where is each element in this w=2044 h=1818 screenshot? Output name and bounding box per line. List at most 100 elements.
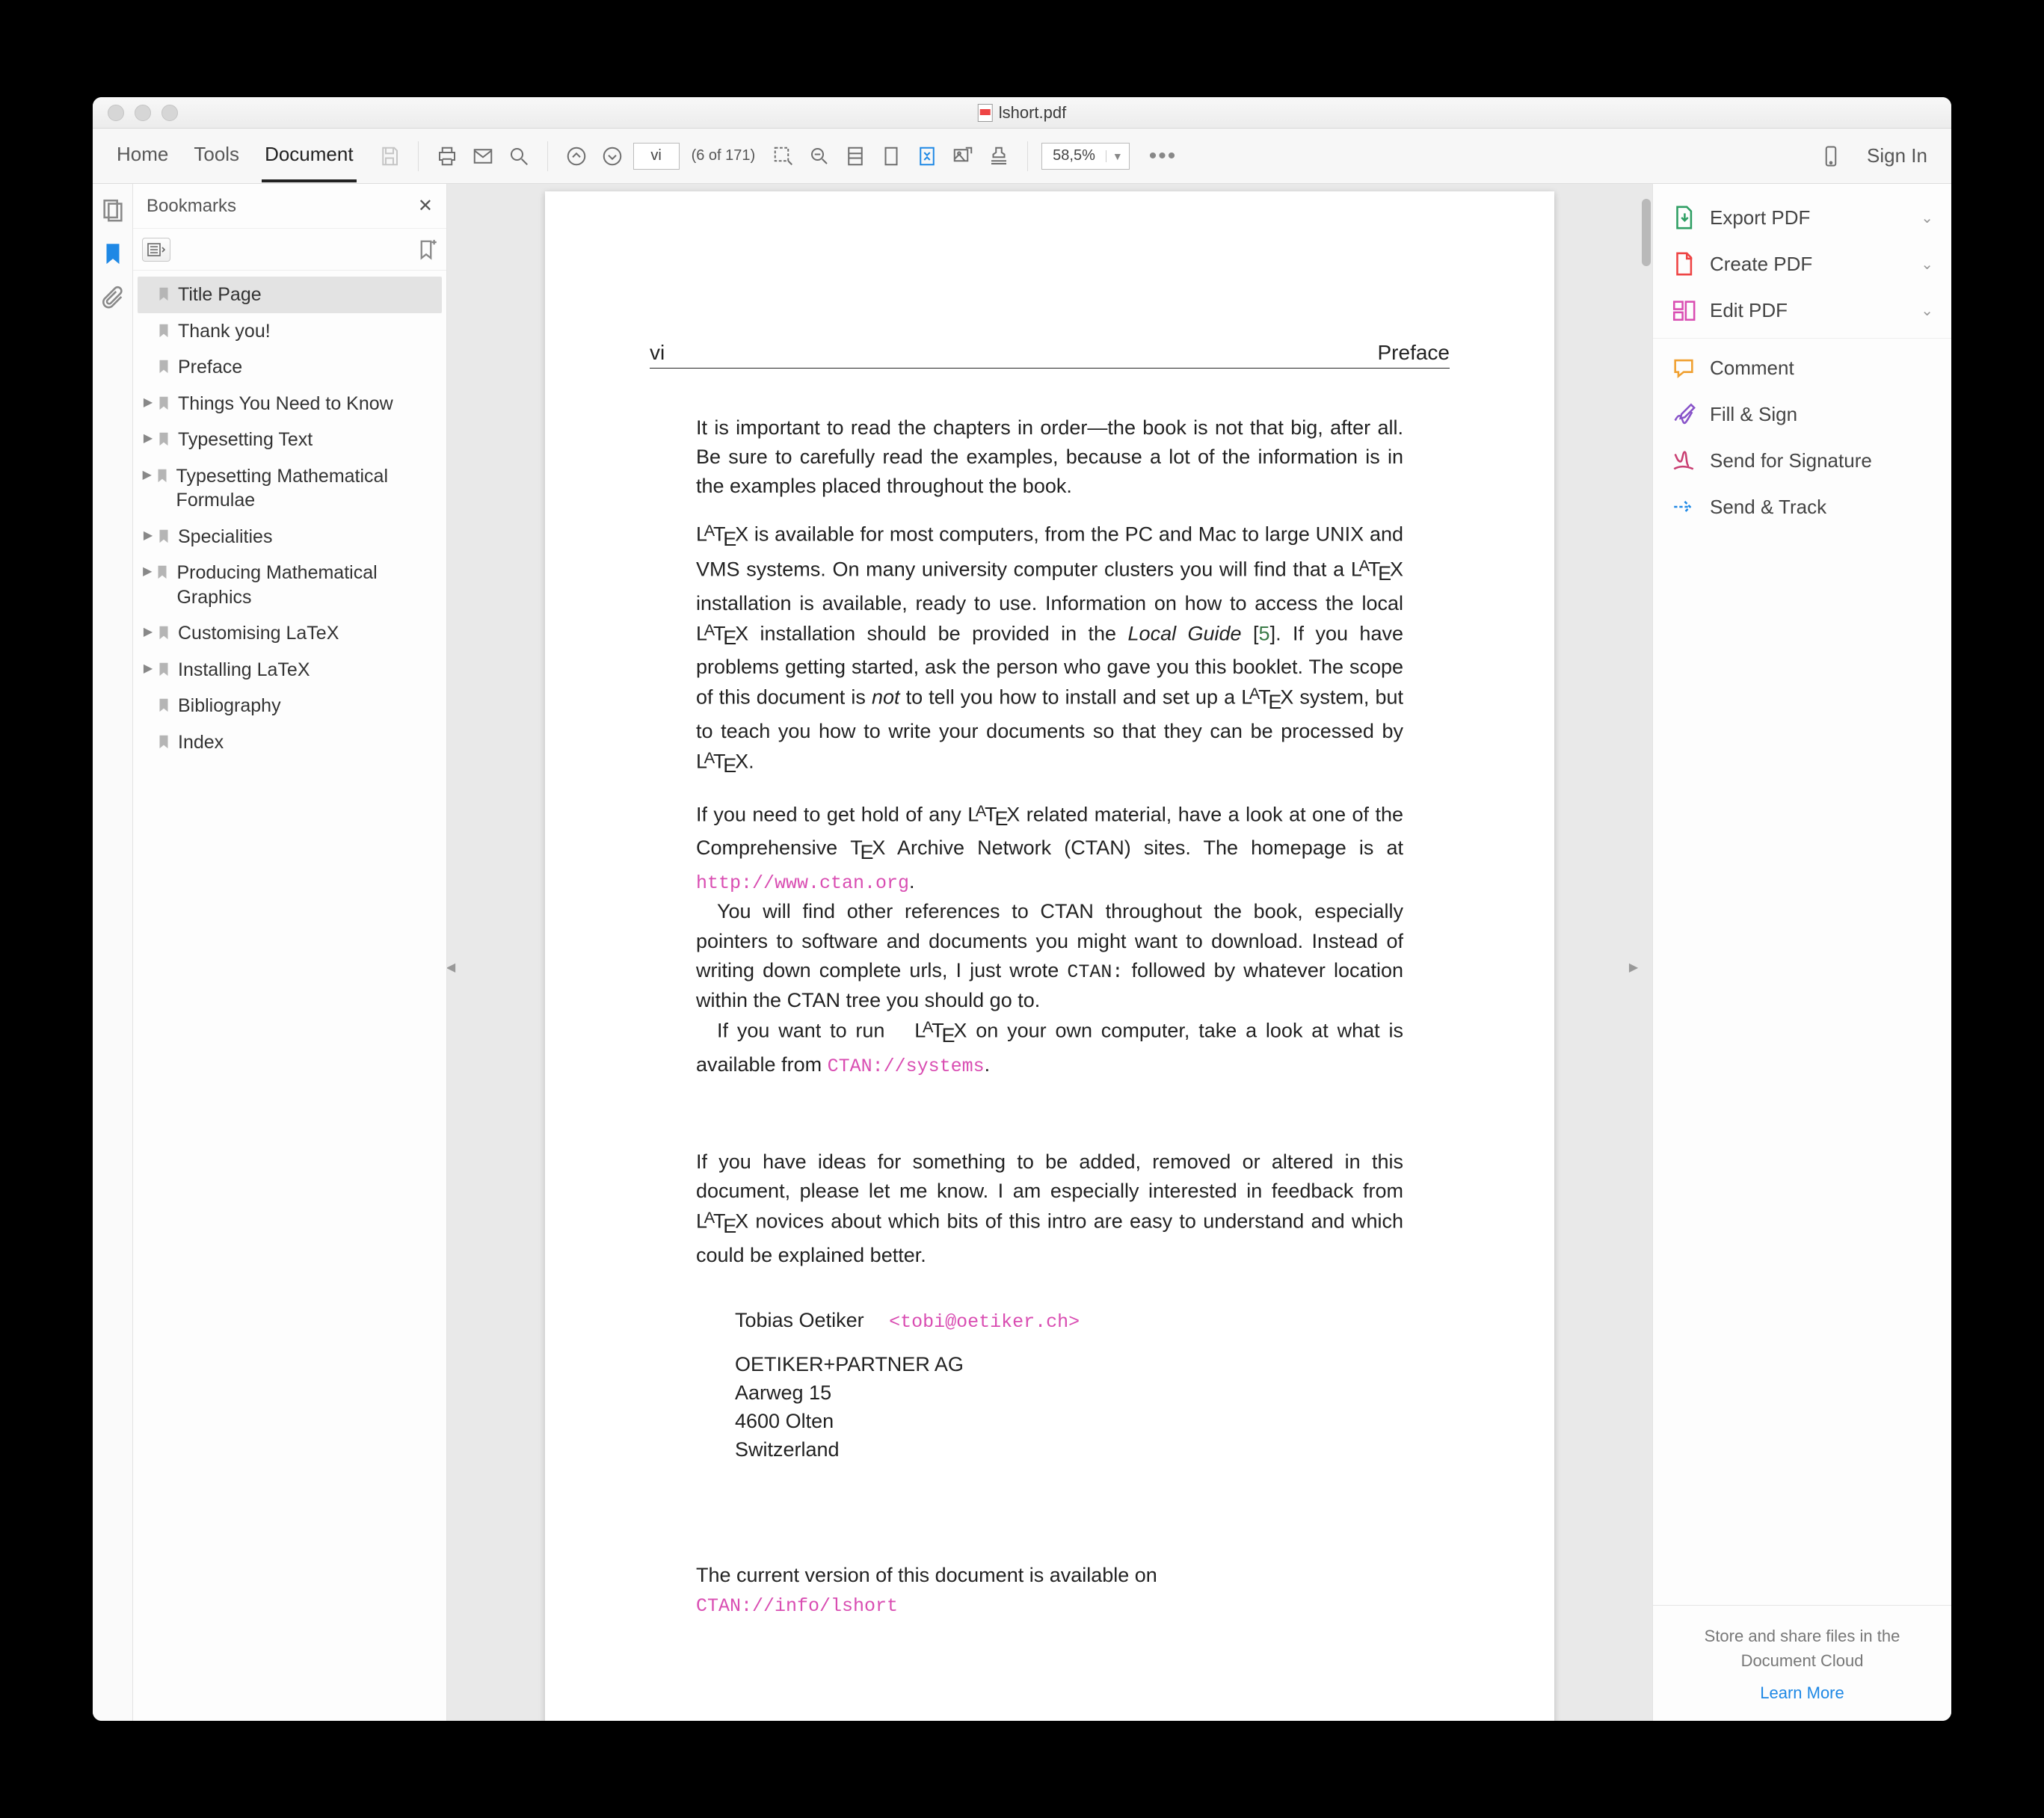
save-icon[interactable] bbox=[375, 141, 404, 171]
expand-icon bbox=[141, 355, 156, 358]
pdf-page: vi Preface It is important to read the c… bbox=[545, 191, 1554, 1721]
zoom-level-select[interactable]: 58,5% ▼ bbox=[1041, 143, 1130, 170]
minimize-window-button[interactable] bbox=[135, 105, 151, 121]
bookmark-options-button[interactable] bbox=[142, 238, 170, 262]
paragraph: The current version of this document is … bbox=[696, 1561, 1403, 1590]
signature-block: Tobias Oetiker <tobi@oetiker.ch> bbox=[735, 1306, 1403, 1336]
bookmark-item[interactable]: Preface bbox=[138, 349, 442, 386]
bookmark-item[interactable]: ▶Producing Mathematical Graphics bbox=[138, 555, 442, 615]
send-track-tool[interactable]: Send & Track bbox=[1653, 484, 1951, 530]
page-down-icon[interactable] bbox=[597, 141, 627, 171]
page-number-input[interactable] bbox=[633, 143, 680, 170]
bookmark-item[interactable]: ▶ Typesetting Mathematical Formulae bbox=[138, 458, 442, 519]
bookmark-label: Index bbox=[178, 730, 224, 755]
window-title-text: lshort.pdf bbox=[999, 103, 1067, 123]
titlebar: lshort.pdf bbox=[93, 97, 1951, 129]
stamp-icon[interactable] bbox=[984, 141, 1014, 171]
fit-width-icon[interactable] bbox=[840, 141, 870, 171]
mobile-link-icon[interactable] bbox=[1816, 141, 1846, 171]
learn-more-link[interactable]: Learn More bbox=[1671, 1683, 1933, 1703]
author-email-link[interactable]: <tobi@oetiker.ch> bbox=[889, 1311, 1080, 1333]
tab-home[interactable]: Home bbox=[114, 129, 171, 182]
bookmark-icon bbox=[156, 321, 172, 340]
create-pdf-tool[interactable]: Create PDF ⌄ bbox=[1653, 241, 1951, 287]
document-viewport[interactable]: ◀ ▶ vi Preface It is important to read t… bbox=[447, 184, 1652, 1721]
bookmark-icon bbox=[156, 284, 172, 303]
bookmark-item[interactable]: ▶Things You Need to Know bbox=[138, 386, 442, 422]
scroll-thumb[interactable] bbox=[1642, 199, 1651, 266]
bookmark-item[interactable]: Thank you! bbox=[138, 313, 442, 350]
email-icon[interactable] bbox=[468, 141, 498, 171]
collapse-right-handle[interactable]: ▶ bbox=[1630, 952, 1637, 982]
bookmark-icon bbox=[154, 466, 170, 485]
print-icon[interactable] bbox=[432, 141, 462, 171]
expand-icon[interactable]: ▶ bbox=[141, 561, 154, 579]
bookmark-item[interactable]: Index bbox=[138, 724, 442, 761]
send-signature-icon bbox=[1671, 448, 1696, 473]
paragraph: If you have ideas for something to be ad… bbox=[696, 1147, 1403, 1270]
expand-icon[interactable]: ▶ bbox=[141, 525, 156, 543]
expand-icon[interactable]: ▶ bbox=[141, 621, 156, 639]
bookmarks-panel: Bookmarks ✕ Title Page Thank you! Preface ▶… bbox=[133, 184, 447, 1721]
bookmark-item[interactable]: ▶Installing LaTeX bbox=[138, 652, 442, 688]
fit-visible-icon[interactable] bbox=[912, 141, 942, 171]
attachments-nav-icon[interactable] bbox=[100, 284, 126, 309]
bookmark-item[interactable]: ▶ Specialities bbox=[138, 519, 442, 555]
lshort-ctan-link[interactable]: CTAN://info/lshort bbox=[696, 1595, 898, 1617]
window-title: lshort.pdf bbox=[978, 103, 1067, 123]
expand-icon[interactable]: ▶ bbox=[141, 658, 156, 676]
thumbnails-nav-icon[interactable] bbox=[100, 197, 126, 223]
tab-tools[interactable]: Tools bbox=[191, 129, 242, 182]
bookmark-icon bbox=[156, 623, 172, 642]
add-bookmark-icon[interactable] bbox=[415, 238, 437, 261]
chevron-down-icon: ⌄ bbox=[1921, 301, 1933, 320]
page-up-icon[interactable] bbox=[561, 141, 591, 171]
bookmark-label: Typesetting Mathematical Formulae bbox=[176, 464, 436, 513]
send-for-signature-tool[interactable]: Send for Signature bbox=[1653, 437, 1951, 484]
close-panel-icon[interactable]: ✕ bbox=[418, 195, 433, 217]
zoom-window-button[interactable] bbox=[161, 105, 178, 121]
sign-in-link[interactable]: Sign In bbox=[1852, 144, 1942, 167]
bookmark-item[interactable]: Bibliography bbox=[138, 688, 442, 724]
search-icon[interactable] bbox=[504, 141, 534, 171]
bookmarks-heading: Bookmarks bbox=[147, 196, 236, 217]
bookmark-label: Specialities bbox=[178, 525, 272, 549]
paragraph: You will find other references to CTAN t… bbox=[696, 897, 1403, 1015]
bookmark-item[interactable]: ▶Typesetting Text bbox=[138, 422, 442, 458]
comment-tool[interactable]: Comment bbox=[1653, 345, 1951, 391]
expand-icon bbox=[141, 319, 156, 322]
expand-icon[interactable]: ▶ bbox=[141, 392, 156, 410]
bookmark-item[interactable]: ▶Customising LaTeX bbox=[138, 615, 442, 652]
pdf-file-icon bbox=[978, 104, 993, 122]
ctan-link[interactable]: http://www.ctan.org bbox=[696, 872, 909, 894]
chevron-down-icon: ⌄ bbox=[1921, 209, 1933, 227]
more-tools-button[interactable]: ••• bbox=[1136, 144, 1191, 169]
send-track-icon bbox=[1671, 494, 1696, 520]
bookmarks-nav-icon[interactable] bbox=[100, 241, 126, 266]
scrollbar[interactable] bbox=[1639, 184, 1652, 1721]
bookmark-icon bbox=[156, 732, 172, 751]
edit-pdf-tool[interactable]: Edit PDF ⌄ bbox=[1653, 287, 1951, 339]
bookmark-icon bbox=[156, 429, 172, 449]
bookmark-label: Preface bbox=[178, 355, 242, 380]
page-number: vi bbox=[650, 341, 665, 365]
chevron-down-icon: ▼ bbox=[1106, 150, 1129, 162]
expand-icon[interactable]: ▶ bbox=[141, 464, 154, 482]
bookmark-icon bbox=[156, 659, 172, 679]
edit-pdf-icon bbox=[1671, 298, 1696, 323]
fit-page-icon[interactable] bbox=[876, 141, 906, 171]
close-window-button[interactable] bbox=[108, 105, 124, 121]
fill-sign-tool[interactable]: Fill & Sign bbox=[1653, 391, 1951, 437]
paragraph: If you need to get hold of any LATEX rel… bbox=[696, 799, 1403, 898]
expand-icon[interactable]: ▶ bbox=[141, 428, 156, 446]
zoom-out-icon[interactable] bbox=[804, 141, 834, 171]
nav-strip bbox=[93, 184, 133, 1721]
bookmark-item[interactable]: Title Page bbox=[138, 277, 442, 313]
tab-document[interactable]: Document bbox=[262, 129, 357, 182]
ctan-systems-link[interactable]: CTAN://systems bbox=[828, 1056, 985, 1077]
marquee-zoom-icon[interactable] bbox=[769, 141, 798, 171]
collapse-left-handle[interactable]: ◀ bbox=[447, 952, 455, 982]
bookmark-label: Thank you! bbox=[178, 319, 271, 344]
export-pdf-tool[interactable]: Export PDF ⌄ bbox=[1653, 194, 1951, 241]
insert-image-icon[interactable] bbox=[948, 141, 978, 171]
